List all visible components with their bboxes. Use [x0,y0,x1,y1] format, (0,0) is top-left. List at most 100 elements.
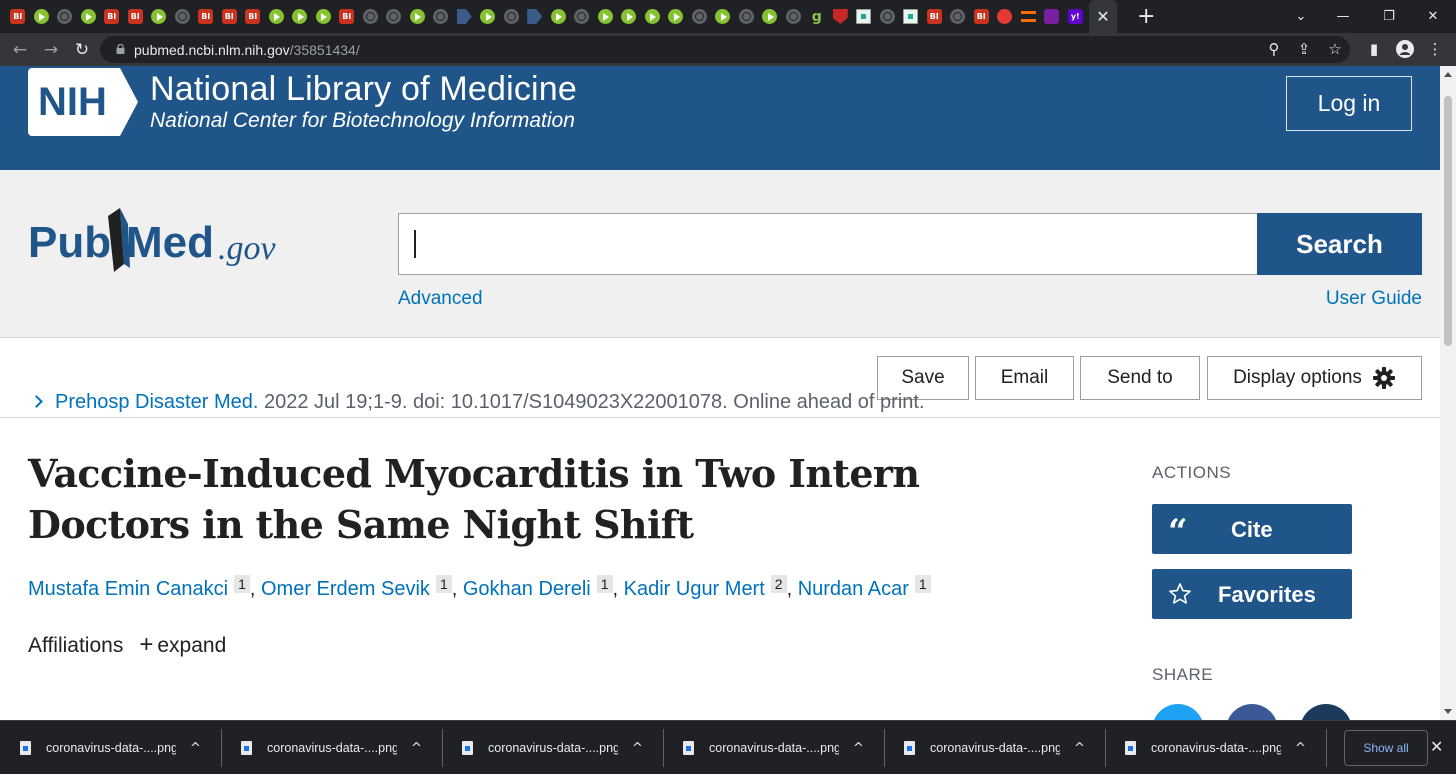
browser-tab[interactable] [429,0,453,33]
browser-tab[interactable] [711,0,735,33]
browser-tab[interactable] [829,0,853,33]
download-item[interactable]: coronavirus-data-....png ^ [0,721,221,775]
affiliations-row[interactable]: Affiliations + expand [28,631,226,659]
tab-search-chevron-icon[interactable]: ⌄ [1278,0,1324,33]
close-downloads-bar-icon[interactable]: ✕ [1430,737,1443,756]
browser-tab[interactable] [899,0,923,33]
pubmed-logo[interactable]: Pub Med .gov [28,206,288,284]
browser-tab[interactable]: BI [241,0,265,33]
browser-tab[interactable] [852,0,876,33]
browser-tab[interactable] [782,0,806,33]
browser-tab[interactable] [406,0,430,33]
affiliation-number[interactable]: 1 [596,575,613,593]
author-link[interactable]: Kadir Ugur Mert [624,578,765,600]
url-field[interactable]: pubmed.ncbi.nlm.nih.gov/35851434/ ⚲ ⇪ ☆ [100,36,1350,63]
browser-tab[interactable]: BI [100,0,124,33]
back-button[interactable]: ← [9,39,31,61]
author-link[interactable]: Gokhan Dereli [463,578,591,600]
browser-tab[interactable] [946,0,970,33]
nih-logo[interactable]: NIH [28,68,140,136]
page-scrollbar[interactable] [1440,66,1456,720]
affiliation-number[interactable]: 1 [234,575,250,593]
browser-tab[interactable] [523,0,547,33]
affiliation-number[interactable]: 2 [770,575,787,593]
scroll-down-arrow-icon[interactable] [1444,709,1452,714]
browser-tab[interactable] [876,0,900,33]
browser-tab[interactable] [382,0,406,33]
email-button[interactable]: Email [975,356,1074,400]
chrome-menu-icon[interactable]: ⋮ [1424,38,1446,60]
expand-link[interactable]: expand [157,634,226,657]
author-link[interactable]: Omer Erdem Sevik [261,578,430,600]
download-item[interactable]: coronavirus-data-....png ^ [884,721,1105,775]
browser-tab[interactable]: BI [335,0,359,33]
browser-tab[interactable] [171,0,195,33]
browser-tab[interactable] [147,0,171,33]
chevron-up-icon[interactable]: ^ [632,741,643,756]
browser-tab[interactable] [77,0,101,33]
chevron-up-icon[interactable]: ^ [853,741,864,756]
browser-tab[interactable]: BI [970,0,994,33]
browser-tab[interactable] [53,0,77,33]
author-link[interactable]: Mustafa Emin Canakci [28,578,228,600]
share-page-icon[interactable]: ⇪ [1294,40,1314,60]
lock-icon[interactable] [116,44,125,54]
download-item[interactable]: coronavirus-data-....png ^ [1105,721,1326,775]
browser-tab[interactable] [30,0,54,33]
bookmark-star-icon[interactable]: ☆ [1325,40,1345,60]
browser-tab[interactable]: BI [923,0,947,33]
forward-button[interactable]: → [40,39,62,61]
browser-tab[interactable] [359,0,383,33]
advanced-search-link[interactable]: Advanced [398,288,483,310]
journal-link[interactable]: Prehosp Disaster Med. [55,391,258,413]
browser-tab[interactable] [570,0,594,33]
facebook-share-icon[interactable] [1226,704,1278,720]
download-item[interactable]: coronavirus-data-....png ^ [663,721,884,775]
minimize-button[interactable]: — [1320,0,1366,33]
show-all-downloads-button[interactable]: Show all [1344,730,1428,766]
close-tab-icon[interactable]: ✕ [1089,0,1117,33]
browser-tab[interactable] [500,0,524,33]
browser-tab[interactable] [641,0,665,33]
browser-tab[interactable] [476,0,500,33]
browser-tab[interactable]: g [805,0,829,33]
browser-tab[interactable] [664,0,688,33]
new-tab-button[interactable]: + [1137,4,1155,29]
restore-button[interactable]: ❐ [1366,0,1412,33]
author-link[interactable]: Nurdan Acar [798,578,909,600]
chevron-up-icon[interactable]: ^ [190,741,201,756]
display-options-button[interactable]: Display options [1207,356,1422,400]
search-input[interactable] [398,213,1258,275]
profile-avatar-icon[interactable] [1394,38,1416,60]
chevron-right-icon[interactable] [30,395,43,408]
user-guide-link[interactable]: User Guide [1326,288,1422,310]
nlm-title[interactable]: National Library of Medicine [150,70,577,109]
plus-icon[interactable]: + [139,631,153,658]
browser-tab[interactable] [617,0,641,33]
affiliation-number[interactable]: 1 [914,575,931,593]
twitter-share-icon[interactable] [1152,704,1204,720]
browser-tab[interactable] [1017,0,1041,33]
zoom-icon[interactable]: ⚲ [1264,40,1284,60]
browser-tab[interactable]: BI [124,0,148,33]
download-item[interactable]: coronavirus-data-....png ^ [442,721,663,775]
reload-button[interactable]: ↻ [71,39,93,61]
login-button[interactable]: Log in [1286,76,1412,131]
browser-tab[interactable] [312,0,336,33]
ncbi-subtitle[interactable]: National Center for Biotechnology Inform… [150,109,575,133]
chevron-up-icon[interactable]: ^ [411,741,422,756]
browser-tab[interactable] [735,0,759,33]
side-panel-icon[interactable]: ▮ [1363,38,1385,60]
close-window-button[interactable]: ✕ [1410,0,1456,33]
browser-tab[interactable] [594,0,618,33]
browser-tab[interactable] [547,0,571,33]
browser-tab[interactable]: BI [6,0,30,33]
download-item[interactable]: coronavirus-data-....png ^ [221,721,442,775]
browser-tab[interactable]: y! [1064,0,1088,33]
cite-button[interactable]: “ Cite [1152,504,1352,554]
scroll-up-arrow-icon[interactable] [1444,72,1452,77]
browser-tab[interactable] [265,0,289,33]
browser-tab[interactable] [453,0,477,33]
browser-tab[interactable]: BI [194,0,218,33]
favorites-button[interactable]: Favorites [1152,569,1352,619]
